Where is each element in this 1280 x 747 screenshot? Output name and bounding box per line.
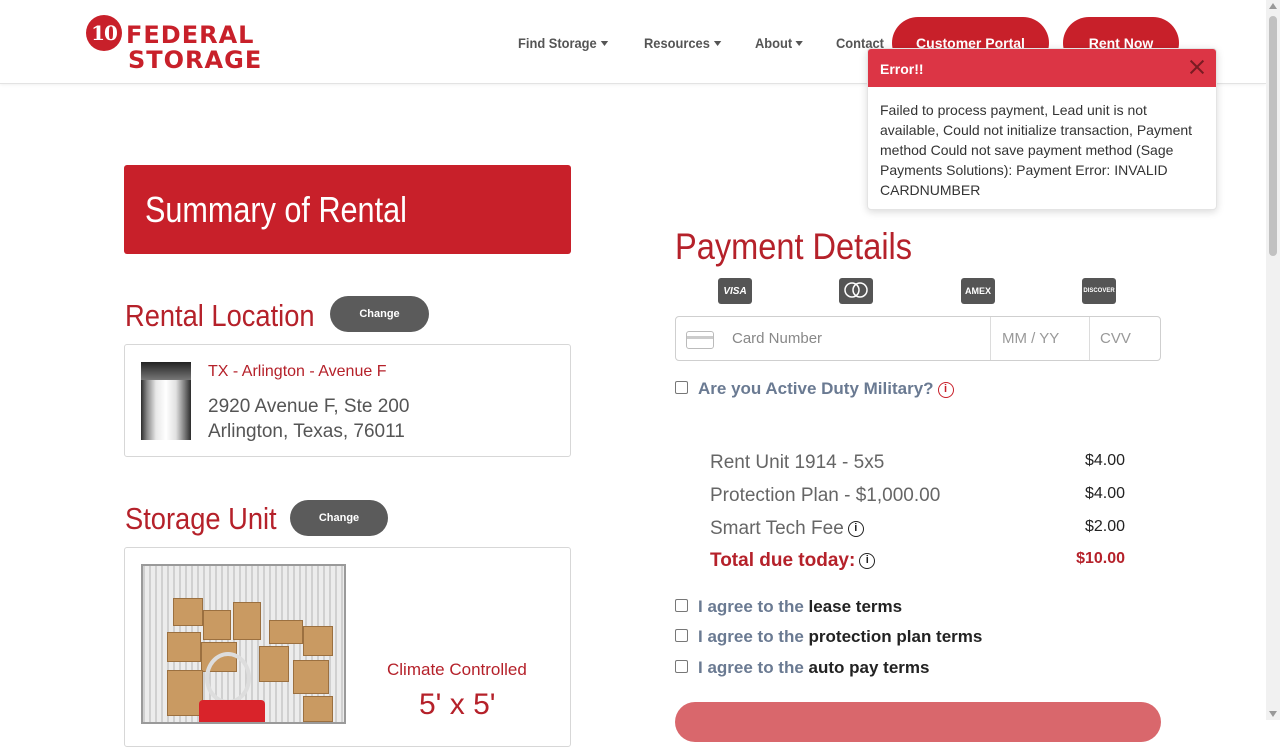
protection-terms-checkbox[interactable] bbox=[675, 629, 688, 642]
address-line-2: Arlington, Texas, 76011 bbox=[208, 421, 405, 442]
protection-line-label: Protection Plan - $1,000.00 bbox=[710, 485, 941, 506]
box bbox=[167, 632, 201, 662]
nav-find-storage-label: Find Storage bbox=[518, 35, 597, 51]
chevron-down-icon bbox=[713, 40, 721, 46]
summary-title: Summary of Rental bbox=[145, 188, 407, 230]
mirror bbox=[205, 652, 251, 704]
box bbox=[167, 670, 203, 716]
protection-line-amount: $4.00 bbox=[1084, 485, 1125, 502]
discover-icon: DISCOVER bbox=[1082, 278, 1116, 304]
lease-terms-link[interactable]: lease terms bbox=[809, 597, 903, 616]
toast-message: Failed to process payment, Lead unit is … bbox=[880, 102, 1193, 198]
box bbox=[303, 696, 333, 722]
divider bbox=[990, 317, 991, 360]
page-scrollbar[interactable] bbox=[1266, 0, 1280, 720]
red-cooler bbox=[199, 700, 265, 722]
box bbox=[173, 598, 203, 626]
scroll-thumb[interactable] bbox=[1269, 16, 1277, 256]
box bbox=[293, 660, 329, 694]
box bbox=[303, 626, 333, 656]
facility-photo bbox=[141, 362, 191, 440]
location-name[interactable]: TX - Arlington - Avenue F bbox=[208, 363, 386, 381]
chevron-down-icon bbox=[796, 40, 804, 46]
chevron-down-icon bbox=[600, 40, 608, 46]
box bbox=[203, 610, 231, 640]
rental-location-title: Rental Location bbox=[125, 298, 315, 333]
nav-about[interactable]: About bbox=[755, 35, 804, 51]
rent-line-label: Rent Unit 1914 - 5x5 bbox=[710, 452, 885, 473]
error-toast: Error!! Failed to process payment, Lead … bbox=[867, 48, 1217, 210]
change-unit-button[interactable]: Change bbox=[290, 500, 388, 536]
amex-icon: AMEX bbox=[961, 278, 995, 304]
lease-terms-checkbox[interactable] bbox=[675, 599, 688, 612]
location-card: TX - Arlington - Avenue F 2920 Avenue F,… bbox=[124, 344, 571, 457]
payment-details-title: Payment Details bbox=[675, 226, 913, 267]
info-icon[interactable]: i bbox=[847, 520, 864, 537]
mastercard-icon bbox=[839, 278, 873, 304]
unit-card: Climate Controlled 5' x 5' bbox=[124, 547, 571, 747]
submit-payment-button[interactable] bbox=[675, 702, 1161, 742]
visa-icon: VISA bbox=[718, 278, 752, 304]
scroll-down-arrow-icon[interactable] bbox=[1269, 711, 1277, 717]
toast-header: Error!! bbox=[868, 49, 1216, 87]
protection-terms-label[interactable]: I agree to the protection plan terms bbox=[698, 627, 982, 647]
mastercard-circles bbox=[844, 282, 868, 298]
protection-terms-link[interactable]: protection plan terms bbox=[809, 627, 983, 646]
cvv-input[interactable]: CVV bbox=[1100, 330, 1131, 347]
logo-badge: 10 bbox=[86, 15, 122, 51]
card-number-input[interactable]: Card Number bbox=[732, 330, 822, 347]
military-checkbox[interactable] bbox=[675, 381, 688, 394]
lease-terms-label[interactable]: I agree to the lease terms bbox=[698, 597, 902, 617]
box bbox=[259, 646, 289, 682]
autopay-terms-label[interactable]: I agree to the auto pay terms bbox=[698, 658, 929, 678]
autopay-terms-link[interactable]: auto pay terms bbox=[809, 658, 930, 677]
agree-prefix: I agree to the bbox=[698, 627, 804, 646]
scroll-up-arrow-icon[interactable] bbox=[1269, 3, 1277, 9]
storage-unit-illustration bbox=[141, 564, 346, 724]
rent-line-amount: $4.00 bbox=[1084, 452, 1125, 469]
summary-banner: Summary of Rental bbox=[124, 165, 571, 254]
agree-prefix: I agree to the bbox=[698, 658, 804, 677]
smart-tech-label-text: Smart Tech Fee bbox=[710, 518, 844, 539]
box bbox=[269, 620, 303, 644]
military-label[interactable]: Are you Active Duty Military? i bbox=[698, 379, 954, 399]
nav-resources[interactable]: Resources bbox=[644, 35, 721, 51]
nav-find-storage[interactable]: Find Storage bbox=[518, 35, 608, 51]
close-icon[interactable] bbox=[1188, 58, 1206, 76]
card-entry-field[interactable]: Card Number MM / YY CVV bbox=[675, 316, 1161, 361]
autopay-terms-checkbox[interactable] bbox=[675, 660, 688, 673]
smart-tech-line-amount: $2.00 bbox=[1084, 518, 1125, 535]
logo-text-storage: STORAGE bbox=[128, 46, 263, 74]
expiry-input[interactable]: MM / YY bbox=[1002, 330, 1059, 347]
nav-about-label: About bbox=[755, 35, 793, 51]
total-label: Total due today: i bbox=[710, 550, 876, 572]
credit-card-icon bbox=[686, 331, 714, 349]
logo-text-federal: FEDERAL bbox=[126, 21, 255, 49]
smart-tech-line-label: Smart Tech Fee i bbox=[710, 518, 864, 540]
unit-type: Climate Controlled bbox=[387, 660, 527, 679]
main-nav: Find Storage Resources About Contact bbox=[518, 35, 916, 51]
location-address: 2920 Avenue F, Ste 200 Arlington, Texas,… bbox=[208, 394, 409, 444]
divider bbox=[1089, 317, 1090, 360]
unit-size: 5' x 5' bbox=[419, 688, 496, 721]
federal-storage-logo[interactable]: 10 FEDERAL STORAGE bbox=[86, 15, 291, 73]
military-label-text: Are you Active Duty Military? bbox=[698, 379, 934, 398]
change-location-button[interactable]: Change bbox=[330, 296, 429, 332]
box bbox=[233, 602, 261, 640]
info-icon[interactable]: i bbox=[937, 381, 954, 398]
agree-prefix: I agree to the bbox=[698, 597, 804, 616]
toast-title: Error!! bbox=[880, 61, 924, 77]
info-icon[interactable]: i bbox=[859, 552, 876, 569]
nav-resources-label: Resources bbox=[643, 35, 710, 51]
total-label-text: Total due today: bbox=[710, 550, 856, 571]
storage-unit-title: Storage Unit bbox=[125, 501, 277, 536]
address-line-1: 2920 Avenue F, Ste 200 bbox=[208, 396, 410, 417]
total-amount: $10.00 bbox=[1076, 550, 1125, 567]
